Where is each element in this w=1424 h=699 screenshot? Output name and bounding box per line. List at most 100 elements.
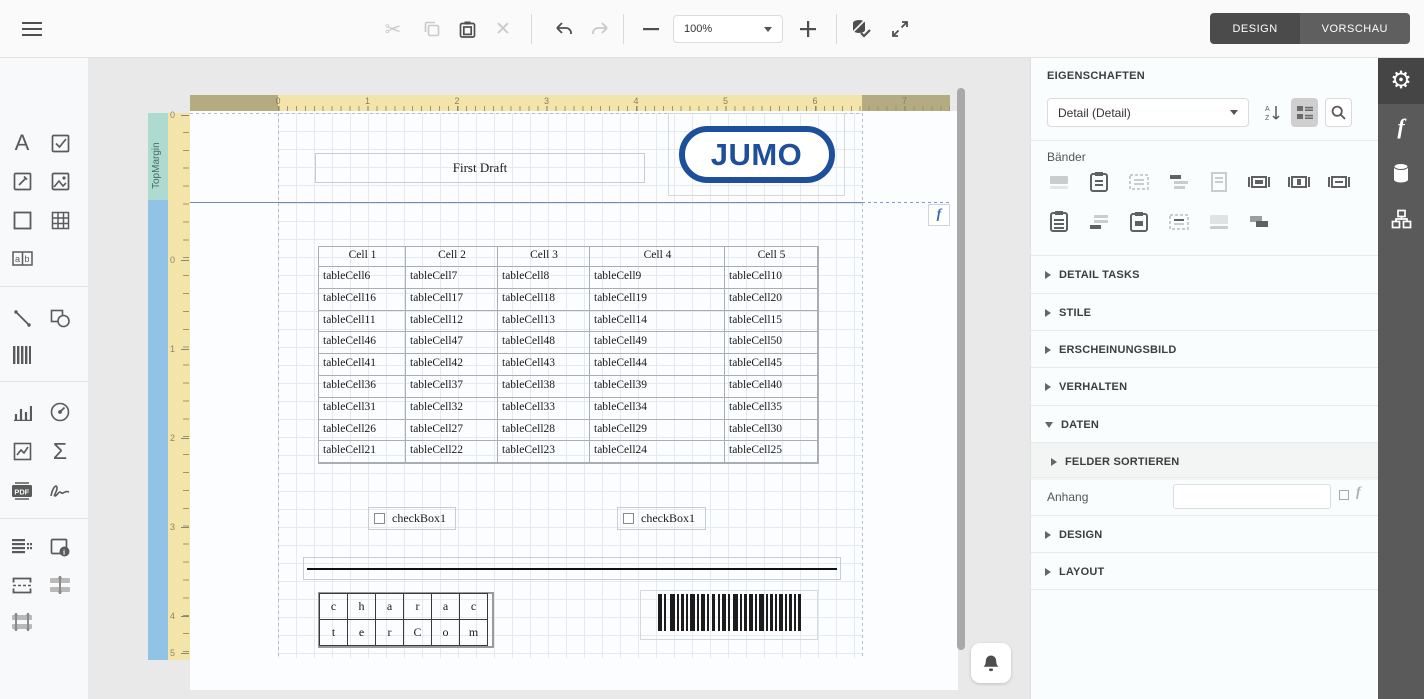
comb-cell[interactable]: m bbox=[459, 619, 488, 646]
barcode-element[interactable] bbox=[640, 590, 818, 640]
table-cell[interactable]: tableCell6 bbox=[319, 267, 406, 289]
table-cell[interactable]: tableCell38 bbox=[498, 376, 590, 398]
table-cell[interactable]: Cell 4 bbox=[590, 247, 725, 267]
chart-icon[interactable] bbox=[9, 399, 35, 425]
table-cell[interactable]: tableCell28 bbox=[498, 420, 590, 442]
table-cell[interactable]: tableCell42 bbox=[406, 354, 498, 376]
section-stile[interactable]: STILE bbox=[1031, 294, 1379, 331]
table-cell[interactable]: tableCell14 bbox=[590, 311, 725, 333]
zoom-in-icon[interactable] bbox=[793, 14, 823, 44]
pdf-content-icon[interactable]: PDF bbox=[9, 478, 35, 504]
cross-band-box-icon[interactable] bbox=[9, 609, 35, 635]
detail-report-icon[interactable] bbox=[9, 534, 35, 560]
table-icon[interactable] bbox=[47, 207, 73, 233]
section-verhalten[interactable]: VERHALTEN bbox=[1031, 368, 1379, 405]
anhang-input[interactable] bbox=[1173, 484, 1331, 509]
table-cell[interactable]: tableCell45 bbox=[725, 354, 818, 376]
table-cell[interactable]: tableCell48 bbox=[498, 332, 590, 354]
label-icon[interactable]: A bbox=[9, 130, 35, 156]
checkbox-element-2[interactable]: checkBox1 bbox=[617, 507, 706, 530]
zoom-out-icon[interactable] bbox=[636, 14, 666, 44]
table-cell[interactable]: tableCell10 bbox=[725, 267, 818, 289]
section-detail-tasks[interactable]: DETAIL TASKS bbox=[1031, 256, 1379, 293]
table-cell[interactable]: tableCell26 bbox=[319, 420, 406, 442]
panel-icon[interactable] bbox=[9, 207, 35, 233]
summary-icon[interactable]: Σ bbox=[47, 438, 73, 464]
table-cell[interactable]: Cell 1 bbox=[319, 247, 406, 267]
band-groupfooter-icon[interactable] bbox=[1087, 210, 1111, 234]
comb-cell[interactable]: r bbox=[375, 619, 404, 646]
band-bottommargin-icon[interactable] bbox=[1207, 210, 1231, 234]
band-banded1-icon[interactable] bbox=[1247, 170, 1271, 194]
table-cell[interactable]: tableCell43 bbox=[498, 354, 590, 376]
table-cell[interactable]: tableCell31 bbox=[319, 398, 406, 420]
table-cell[interactable]: tableCell41 bbox=[319, 354, 406, 376]
band-separator-line[interactable] bbox=[190, 202, 862, 203]
table-cell[interactable]: tableCell40 bbox=[725, 376, 818, 398]
table-cell[interactable]: tableCell47 bbox=[406, 332, 498, 354]
table-cell[interactable]: tableCell15 bbox=[725, 311, 818, 333]
report-table[interactable]: Cell 1Cell 2Cell 3Cell 4Cell 5tableCell6… bbox=[318, 246, 819, 464]
cross-band-line-icon[interactable] bbox=[47, 572, 73, 598]
richtext-icon[interactable] bbox=[9, 168, 35, 194]
checkbox-element-1[interactable]: checkBox1 bbox=[368, 507, 456, 530]
anhang-expression-icon[interactable]: f bbox=[1356, 485, 1361, 501]
table-cell[interactable]: tableCell35 bbox=[725, 398, 818, 420]
page-break-icon[interactable] bbox=[9, 572, 35, 598]
table-cell[interactable]: tableCell22 bbox=[406, 441, 498, 463]
band-banded2-icon[interactable] bbox=[1287, 170, 1311, 194]
table-cell[interactable]: tableCell44 bbox=[590, 354, 725, 376]
redo-icon[interactable] bbox=[586, 14, 616, 44]
comb-cell[interactable]: a bbox=[375, 593, 404, 620]
table-cell[interactable]: tableCell11 bbox=[319, 311, 406, 333]
band-margin-icon[interactable] bbox=[1047, 170, 1071, 194]
table-cell[interactable]: Cell 5 bbox=[725, 247, 818, 267]
table-cell[interactable]: tableCell46 bbox=[319, 332, 406, 354]
comb-cell[interactable]: r bbox=[403, 593, 432, 620]
band-pageheader-icon[interactable] bbox=[1207, 170, 1231, 194]
table-cell[interactable]: tableCell12 bbox=[406, 311, 498, 333]
section-felder-sortieren[interactable]: FELDER SORTIEREN bbox=[1031, 443, 1379, 480]
table-cell[interactable]: tableCell49 bbox=[590, 332, 725, 354]
copy-icon[interactable] bbox=[417, 14, 447, 44]
band-group-icon[interactable] bbox=[1167, 170, 1191, 194]
table-cell[interactable]: tableCell18 bbox=[498, 289, 590, 311]
report-explorer-icon[interactable] bbox=[1378, 196, 1424, 242]
section-layout[interactable]: LAYOUT bbox=[1031, 553, 1379, 590]
comb-cell[interactable]: e bbox=[347, 619, 376, 646]
table-cell[interactable]: tableCell27 bbox=[406, 420, 498, 442]
comb-cell[interactable]: c bbox=[319, 593, 348, 620]
detail-band-strip[interactable] bbox=[148, 200, 168, 660]
element-selector-dropdown[interactable]: Detail (Detail) bbox=[1047, 98, 1249, 127]
expression-badge[interactable]: f bbox=[928, 204, 950, 226]
character-comb-icon[interactable]: ab bbox=[9, 245, 35, 271]
title-label-element[interactable]: First Draft bbox=[315, 153, 645, 183]
delete-icon[interactable]: ✕ bbox=[488, 14, 518, 44]
paste-icon[interactable] bbox=[452, 14, 482, 44]
section-design[interactable]: DESIGN bbox=[1031, 516, 1379, 553]
top-margin-band-strip[interactable]: TopMargin bbox=[148, 113, 168, 200]
fullscreen-icon[interactable] bbox=[885, 14, 915, 44]
table-cell[interactable]: tableCell34 bbox=[590, 398, 725, 420]
comb-cell[interactable]: o bbox=[431, 619, 460, 646]
band-detailband-icon[interactable] bbox=[1167, 210, 1191, 234]
table-cell[interactable]: tableCell33 bbox=[498, 398, 590, 420]
group-view-icon[interactable] bbox=[1291, 98, 1318, 127]
line-element[interactable] bbox=[303, 557, 841, 580]
preview-tab[interactable]: VORSCHAU bbox=[1300, 13, 1410, 44]
data-source-icon[interactable] bbox=[1378, 150, 1424, 196]
table-cell[interactable]: tableCell30 bbox=[725, 420, 818, 442]
table-cell[interactable]: tableCell37 bbox=[406, 376, 498, 398]
signature-icon[interactable] bbox=[47, 478, 73, 504]
band-subband-icon[interactable] bbox=[1247, 210, 1271, 234]
section-daten[interactable]: DATEN bbox=[1031, 406, 1379, 443]
table-cell[interactable]: tableCell21 bbox=[319, 441, 406, 463]
band-banded3-icon[interactable] bbox=[1327, 170, 1351, 194]
search-icon[interactable] bbox=[1325, 98, 1352, 127]
table-cell[interactable]: tableCell19 bbox=[590, 289, 725, 311]
zoom-select[interactable]: 100% bbox=[673, 15, 783, 43]
shape-icon[interactable] bbox=[47, 305, 73, 331]
sort-az-icon[interactable]: AZ bbox=[1259, 98, 1286, 127]
barcode-icon[interactable] bbox=[9, 342, 35, 368]
checkbox-icon[interactable] bbox=[47, 130, 73, 156]
